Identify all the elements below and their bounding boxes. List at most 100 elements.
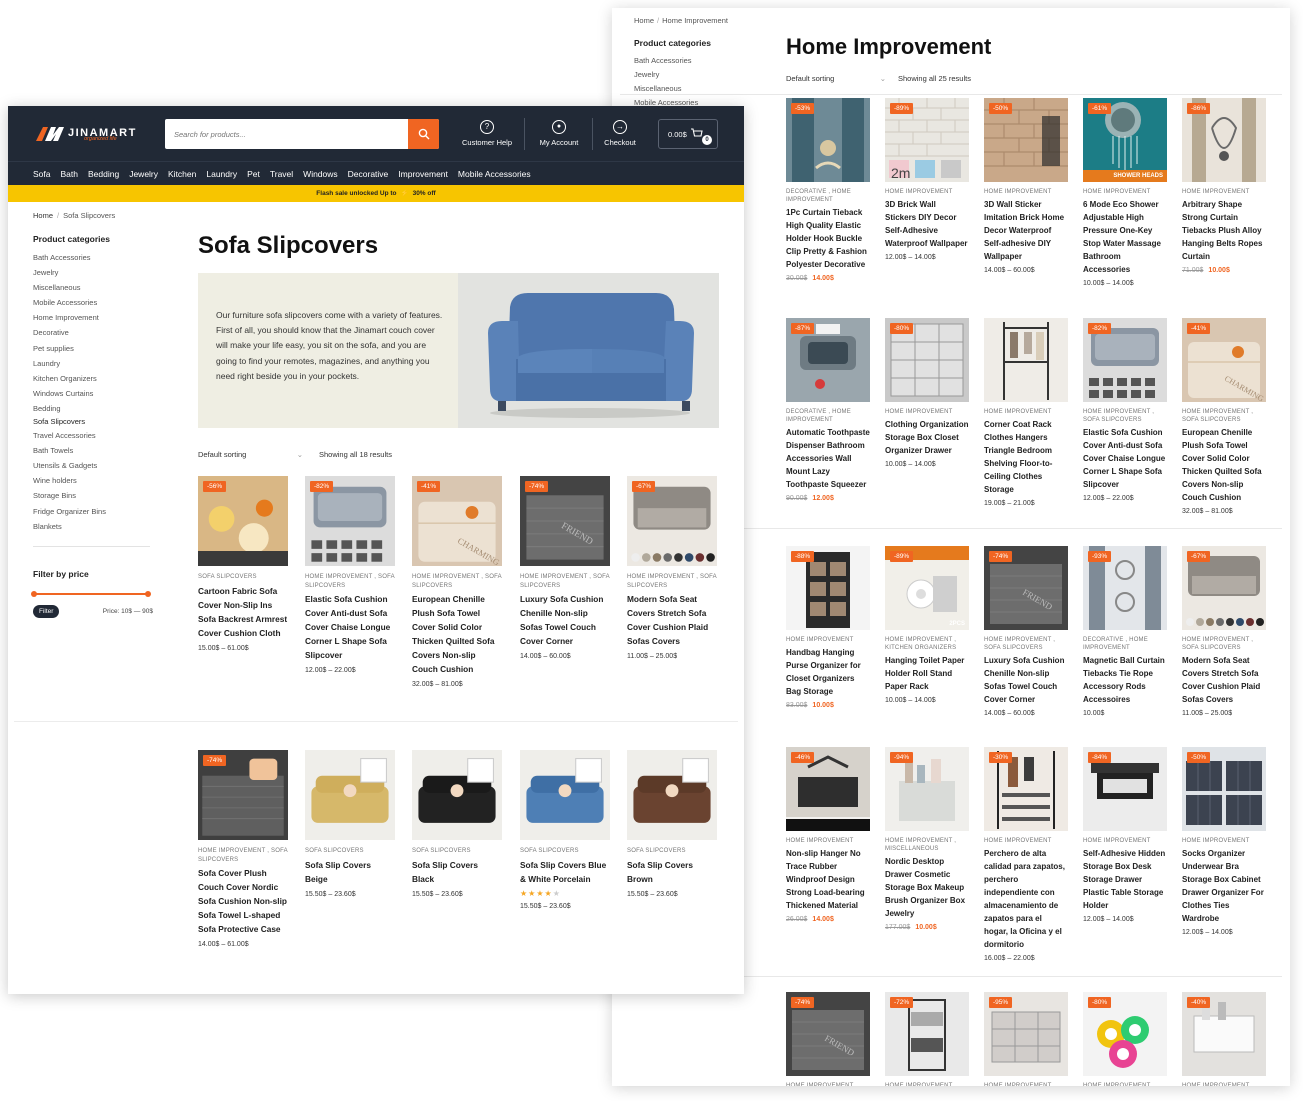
product-image[interactable]	[412, 750, 502, 840]
product-image[interactable]: -80%	[1083, 992, 1167, 1076]
category-link[interactable]: Kitchen Organizers	[33, 371, 153, 386]
product-card[interactable]: -67% HOME IMPROVEMENT , SOFA SLIPCOVERS Mo…	[627, 476, 717, 660]
product-image[interactable]: FRIEND -74%	[520, 476, 610, 566]
product-card[interactable]: -88% HOME IMPROVEMENT Handbag Hanging Purs…	[786, 546, 870, 709]
product-name[interactable]: Clothing Organization Storage Box Closet…	[885, 418, 969, 457]
product-image[interactable]: -72%	[885, 992, 969, 1076]
category-link[interactable]: Windows Curtains	[33, 386, 153, 401]
category-link[interactable]: Miscellaneous	[33, 280, 153, 295]
product-image[interactable]	[305, 750, 395, 840]
product-name[interactable]: Magnetic Ball Curtain Tiebacks Tie Rope …	[1083, 654, 1167, 706]
product-image[interactable]: -53%	[786, 98, 870, 182]
slider-handle-min[interactable]	[31, 591, 37, 597]
product-name[interactable]: Hanging Toilet Paper Holder Roll Stand P…	[885, 654, 969, 693]
nav-item[interactable]: Jewelry	[129, 169, 158, 179]
category-link[interactable]: Bedding	[33, 401, 153, 416]
category-link[interactable]: Laundry	[33, 356, 153, 371]
product-category[interactable]: DECORATIVE , HOME IMPROVEMENT	[1083, 636, 1167, 652]
product-image[interactable]: -40%	[1182, 992, 1266, 1076]
nav-item[interactable]: Windows	[303, 169, 337, 179]
product-category[interactable]: DECORATIVE , HOME IMPROVEMENT	[786, 188, 870, 204]
product-card[interactable]: -46% HOME IMPROVEMENT Non-slip Hanger No T…	[786, 747, 870, 923]
product-category[interactable]: SOFA SLIPCOVERS	[412, 847, 502, 856]
product-card[interactable]: -74% HOME IMPROVEMENT , SOFA SLIPCOVERS So…	[198, 750, 288, 948]
product-name[interactable]: Nordic Desktop Drawer Cosmetic Storage B…	[885, 855, 969, 920]
my-account-link[interactable]: ● My Account	[526, 120, 592, 147]
product-image[interactable]: -67%	[627, 476, 717, 566]
category-link[interactable]: Jewelry	[634, 68, 784, 82]
product-name[interactable]: Cartoon Fabric Sofa Cover Non-Slip Ins S…	[198, 584, 288, 640]
product-card[interactable]: SOFA SLIPCOVERS Sofa Slip Covers Black 15.…	[412, 750, 502, 898]
product-image[interactable]: CHARMING -41%	[412, 476, 502, 566]
product-category[interactable]: HOME IMPROVEMENT	[1083, 188, 1167, 196]
nav-item[interactable]: Improvement	[398, 169, 448, 179]
product-image[interactable]: -93%	[1083, 546, 1167, 630]
product-name[interactable]: 6 Mode Eco Shower Adjustable High Pressu…	[1083, 198, 1167, 276]
product-image[interactable]: -82%	[305, 476, 395, 566]
price-slider[interactable]	[31, 591, 151, 597]
category-link[interactable]: Jewelry	[33, 265, 153, 280]
nav-item[interactable]: Sofa	[33, 169, 51, 179]
product-category[interactable]: HOME IMPROVEMENT	[984, 837, 1068, 845]
product-card[interactable]: SHOWER HEADS -61% HOME IMPROVEMENT 6 Mode E…	[1083, 98, 1167, 287]
product-name[interactable]: Corner Coat Rack Clothes Hangers Triangl…	[984, 418, 1068, 496]
product-category[interactable]: SOFA SLIPCOVERS	[520, 847, 610, 856]
product-card[interactable]: -67% HOME IMPROVEMENT , SOFA SLIPCOVERS Mo…	[1182, 546, 1266, 717]
product-image[interactable]: -88%	[786, 546, 870, 630]
category-link[interactable]: Travel Accessories	[33, 428, 153, 443]
product-name[interactable]: Sofa Slip Covers Blue & White Porcelain	[520, 858, 610, 886]
product-category[interactable]: DECORATIVE , HOME IMPROVEMENT	[786, 408, 870, 424]
category-link[interactable]: Decorative	[33, 325, 153, 340]
product-category[interactable]: HOME IMPROVEMENT , SOFA SLIPCOVERS	[1083, 408, 1167, 424]
product-image[interactable]: 2PCS -89%	[885, 546, 969, 630]
nav-item[interactable]: Decorative	[348, 169, 389, 179]
product-category[interactable]: SOFA SLIPCOVERS	[305, 847, 395, 856]
product-image[interactable]: -82%	[1083, 318, 1167, 402]
nav-item[interactable]: Bedding	[88, 169, 119, 179]
product-name[interactable]: Arbitrary Shape Strong Curtain Tiebacks …	[1182, 198, 1266, 263]
nav-item[interactable]: Kitchen	[168, 169, 196, 179]
nav-item[interactable]: Bath	[61, 169, 79, 179]
product-name[interactable]: Socks Organizer Underwear Bra Storage Bo…	[1182, 847, 1266, 925]
product-category[interactable]: HOME IMPROVEMENT , SOFA SLIPCOVERS	[984, 636, 1068, 652]
product-name[interactable]: Sofa Cover Plush Couch Cover Nordic Sofa…	[198, 866, 288, 936]
product-category[interactable]: HOME IMPROVEMENT , KITCHEN ORGANIZERS	[885, 636, 969, 652]
nav-item[interactable]: Pet	[247, 169, 260, 179]
category-link[interactable]: Bath Towels	[33, 443, 153, 458]
product-image[interactable]	[627, 750, 717, 840]
product-image[interactable]: -50%	[1182, 747, 1266, 831]
product-image[interactable]: -95%	[984, 992, 1068, 1076]
cart-button[interactable]: 0.00$ 0	[658, 119, 718, 149]
product-name[interactable]: Modern Sofa Seat Covers Stretch Sofa Cov…	[1182, 654, 1266, 706]
slider-handle-max[interactable]	[145, 591, 151, 597]
product-image[interactable]: FRIEND -74%	[786, 992, 870, 1076]
product-card[interactable]: -82% HOME IMPROVEMENT , SOFA SLIPCOVERS El…	[1083, 318, 1167, 502]
product-image[interactable]: -46%	[786, 747, 870, 831]
product-card[interactable]: -80% HOME IMPROVEMENT	[1083, 992, 1167, 1086]
product-name[interactable]: Self-Adhesive Hidden Storage Box Desk St…	[1083, 847, 1167, 912]
product-card[interactable]: -87% DECORATIVE , HOME IMPROVEMENT Automat…	[786, 318, 870, 502]
product-name[interactable]: Perchero de alta calidad para zapatos, p…	[984, 847, 1068, 951]
product-card[interactable]: -72% HOME IMPROVEMENT	[885, 992, 969, 1086]
category-link[interactable]: Utensils & Gadgets	[33, 458, 153, 473]
category-link[interactable]: Bath Accessories	[33, 250, 153, 265]
product-image[interactable]: -50%	[984, 98, 1068, 182]
product-card[interactable]: -84% HOME IMPROVEMENT Self-Adhesive Hidden…	[1083, 747, 1167, 923]
product-card[interactable]: SOFA SLIPCOVERS Sofa Slip Covers Blue & W…	[520, 750, 610, 910]
product-name[interactable]: Modern Sofa Seat Covers Stretch Sofa Cov…	[627, 592, 717, 648]
product-name[interactable]: Handbag Hanging Purse Organizer for Clos…	[786, 646, 870, 698]
customer-help-link[interactable]: ? Customer Help	[454, 120, 520, 147]
product-name[interactable]: Sofa Slip Covers Black	[412, 858, 502, 886]
product-category[interactable]: HOME IMPROVEMENT , SOFA SLIPCOVERS	[305, 573, 395, 590]
product-category[interactable]: HOME IMPROVEMENT	[1182, 1082, 1266, 1086]
product-card[interactable]: SOFA SLIPCOVERS Sofa Slip Covers Beige 15.…	[305, 750, 395, 898]
sort-select[interactable]: Default sorting ⌄	[198, 450, 303, 459]
product-category[interactable]: HOME IMPROVEMENT , SOFA SLIPCOVERS	[1182, 636, 1266, 652]
product-category[interactable]: HOME IMPROVEMENT	[1083, 837, 1167, 845]
product-card[interactable]: -30% HOME IMPROVEMENT Perchero de alta cal…	[984, 747, 1068, 962]
sort-select[interactable]: Default sorting ⌄	[786, 74, 886, 83]
product-category[interactable]: HOME IMPROVEMENT	[786, 1082, 870, 1086]
product-category[interactable]: HOME IMPROVEMENT	[984, 1082, 1068, 1086]
product-card[interactable]: -95% HOME IMPROVEMENT	[984, 992, 1068, 1086]
product-category[interactable]: HOME IMPROVEMENT	[1182, 837, 1266, 845]
